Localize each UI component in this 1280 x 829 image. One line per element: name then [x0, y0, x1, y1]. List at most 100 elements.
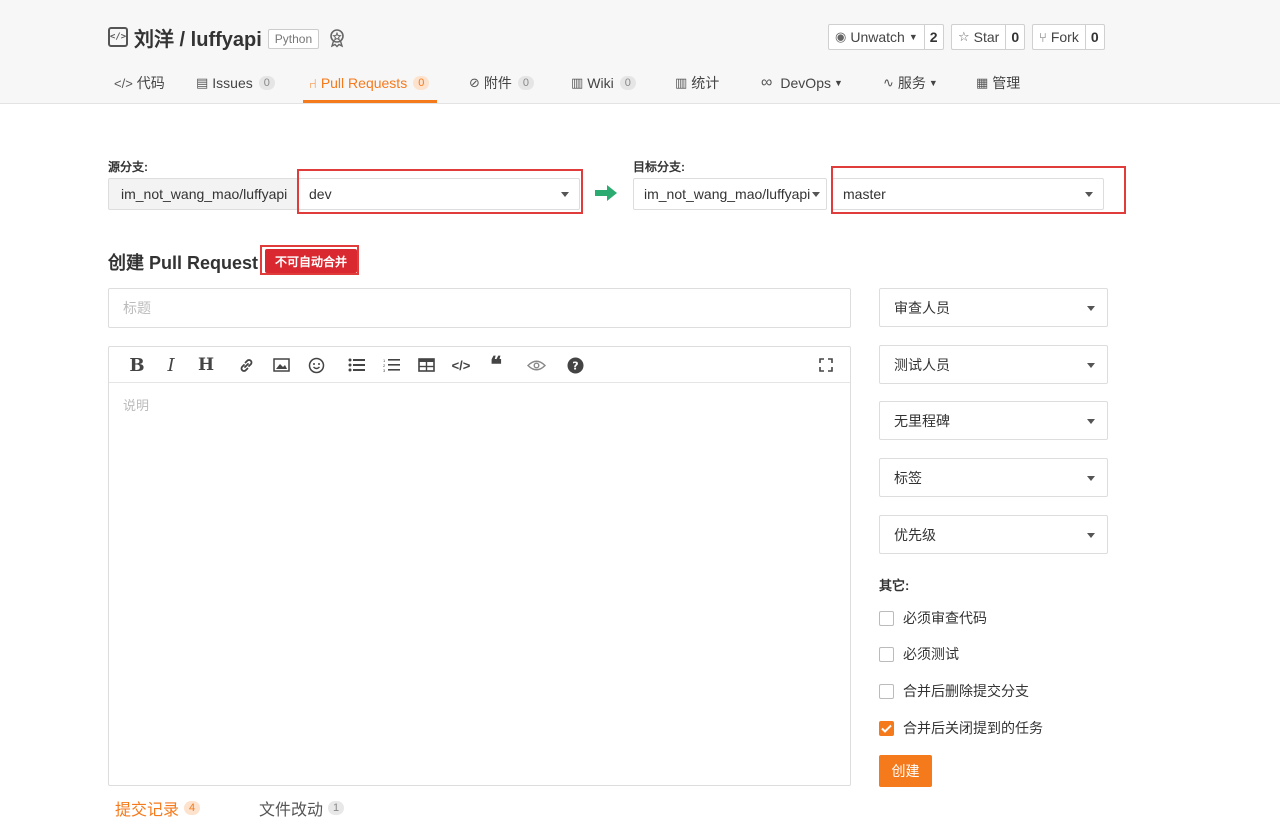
watch-label: Unwatch [850, 29, 905, 45]
tab-services[interactable]: ∿ 服务 ▼ [883, 62, 938, 104]
tab-manage-label: 管理 [992, 75, 1021, 91]
bold-icon[interactable]: B [127, 355, 147, 376]
caret-down-icon [1087, 419, 1095, 424]
code-bracket-icon: </> [108, 27, 128, 47]
caret-down-icon [1087, 306, 1095, 311]
reviewers-select[interactable]: 审查人员 [879, 288, 1108, 327]
tab-attachments[interactable]: ⊘ 附件 0 [469, 62, 535, 104]
tab-code-label: 代码 [136, 75, 165, 91]
tab-issues[interactable]: ▤ Issues 0 [196, 62, 275, 104]
fork-count[interactable]: 0 [1084, 25, 1104, 49]
tab-devops[interactable]: ∞ DevOps ▼ [761, 62, 843, 104]
pr-title-input[interactable] [108, 288, 851, 328]
option-require-review[interactable]: 必须审查代码 [879, 609, 987, 627]
tab-commits-count: 4 [184, 801, 201, 815]
tab-wiki-count: 0 [619, 76, 636, 90]
target-repo-select[interactable]: im_not_wang_mao/luffyapi [633, 178, 827, 210]
tab-file-changes-label: 文件改动 [259, 802, 324, 819]
description-placeholder[interactable]: 说明 [123, 395, 149, 414]
option-label: 合并后删除提交分支 [903, 683, 1029, 699]
priority-select[interactable]: 优先级 [879, 515, 1108, 554]
star-count[interactable]: 0 [1005, 25, 1024, 49]
checkbox[interactable] [879, 610, 894, 626]
caret-down-icon [1087, 363, 1095, 368]
tab-pull-requests[interactable]: ⑁ Pull Requests 0 [309, 62, 430, 104]
chevron-down-icon: ▼ [908, 32, 918, 42]
table-icon[interactable] [416, 355, 436, 375]
source-repo-field: im_not_wang_mao/luffyapi [108, 178, 298, 210]
quote-icon[interactable]: ❝ [486, 352, 506, 378]
caret-down-icon [1087, 476, 1095, 481]
repo-header: </> 刘洋 / luffyapi Python ◉ Unwatch ▼ 2 ☆ St… [0, 0, 1280, 104]
tab-code[interactable]: </> 代码 [114, 62, 165, 104]
star-label: Star [973, 29, 1000, 45]
tab-wiki[interactable]: ▥ Wiki 0 [571, 62, 636, 104]
option-close-issues[interactable]: 合并后关闭提到的任务 [879, 719, 1043, 737]
option-delete-branch[interactable]: 合并后删除提交分支 [879, 682, 1029, 700]
tab-commits[interactable]: 提交记录 4 [115, 797, 201, 819]
tab-commits-label: 提交记录 [115, 802, 180, 819]
numbered-list-icon[interactable]: 123 [381, 355, 401, 375]
star-icon: ☆ [958, 29, 970, 44]
create-button[interactable]: 创建 [879, 755, 932, 787]
language-badge[interactable]: Python [267, 29, 320, 49]
pulse-icon: ∿ [883, 75, 894, 90]
tab-wiki-label: Wiki [587, 75, 614, 91]
bullet-list-icon[interactable] [346, 355, 366, 375]
tab-issues-count: 0 [258, 76, 275, 90]
caret-down-icon [1087, 533, 1095, 538]
code-icon[interactable]: </> [451, 355, 471, 375]
link-icon[interactable] [236, 355, 256, 375]
heading-icon[interactable]: H [196, 355, 216, 375]
fork-label: Fork [1050, 29, 1079, 45]
tab-stats[interactable]: ▥ 统计 [675, 62, 719, 104]
paperclip-icon: ⊘ [469, 75, 480, 90]
help-icon[interactable]: ? [565, 355, 585, 375]
watch-button[interactable]: ◉ Unwatch ▼ 2 [828, 24, 944, 50]
option-require-test[interactable]: 必须测试 [879, 645, 959, 663]
code-icon: </> [114, 75, 133, 91]
arrow-right-icon [595, 185, 617, 201]
checkbox[interactable] [879, 683, 894, 699]
checkbox[interactable] [879, 646, 894, 662]
active-tab-indicator [303, 100, 437, 103]
testers-select[interactable]: 测试人员 [879, 345, 1108, 384]
bar-chart-icon: ▥ [675, 75, 688, 90]
caret-down-icon [812, 192, 820, 197]
award-ribbon-icon[interactable] [327, 28, 347, 48]
fullscreen-icon[interactable] [816, 355, 836, 375]
tab-pull-requests-count: 0 [413, 76, 430, 90]
milestone-select[interactable]: 无里程碑 [879, 401, 1108, 440]
tab-devops-label: DevOps [780, 75, 831, 91]
reviewers-label: 审查人员 [894, 299, 950, 316]
highlight-frame [260, 245, 359, 275]
checkbox-checked[interactable] [879, 720, 894, 736]
emoji-icon[interactable] [306, 355, 326, 375]
star-button[interactable]: ☆ Star 0 [951, 24, 1026, 50]
issues-icon: ▤ [196, 75, 209, 90]
page-title: 创建 Pull Request [108, 253, 259, 273]
watch-count[interactable]: 2 [923, 25, 943, 49]
tab-manage[interactable]: ▦ 管理 [976, 62, 1020, 104]
italic-icon[interactable]: I [161, 355, 181, 376]
fork-icon: ⑂ [1039, 29, 1047, 45]
description-editor[interactable]: B I H 123 </> ❝ ? 说明 [108, 346, 851, 786]
target-branch-label: 目标分支: [633, 160, 685, 174]
tab-attachments-label: 附件 [483, 75, 512, 91]
tab-issues-label: Issues [212, 75, 253, 91]
labels-label: 标签 [894, 469, 922, 486]
option-label: 合并后关闭提到的任务 [903, 720, 1043, 736]
tab-file-changes[interactable]: 文件改动 1 [259, 797, 345, 819]
tab-attachments-count: 0 [517, 76, 535, 90]
testers-label: 测试人员 [894, 356, 950, 373]
labels-select[interactable]: 标签 [879, 458, 1108, 497]
preview-eye-icon[interactable] [526, 355, 546, 375]
pull-request-icon: ⑁ [309, 75, 317, 91]
tab-pull-requests-label: Pull Requests [320, 75, 408, 91]
priority-label: 优先级 [894, 526, 936, 543]
image-icon[interactable] [271, 355, 291, 375]
fork-button[interactable]: ⑂ Fork 0 [1032, 24, 1105, 50]
svg-text:?: ? [572, 359, 578, 372]
editor-toolbar: B I H 123 </> ❝ ? [109, 347, 850, 383]
repo-name-link[interactable]: 刘洋 / luffyapi [134, 23, 262, 52]
